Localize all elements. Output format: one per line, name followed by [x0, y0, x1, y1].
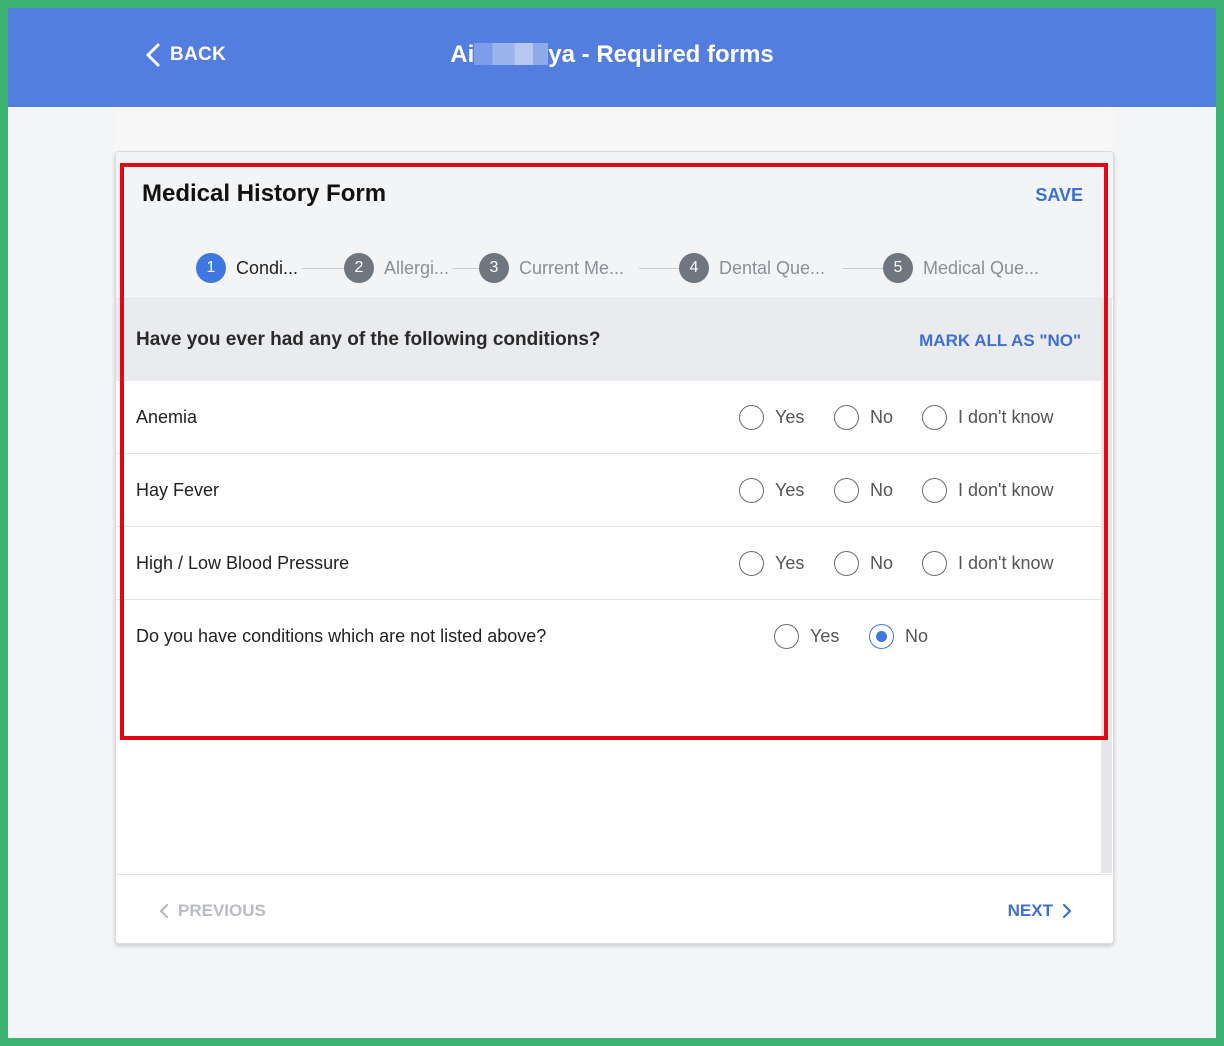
radio-button[interactable] [834, 405, 859, 430]
step-number: 2 [344, 253, 374, 283]
radio-option-no[interactable]: No [869, 624, 928, 649]
step-conditions[interactable]: 1 Condi... [196, 253, 298, 283]
form-header: Medical History Form SAVE 1 Condi... 2 A… [116, 152, 1113, 299]
radio-option-dont-know[interactable]: I don't know [922, 405, 1054, 430]
top-bar: BACK Ai ya - Required forms [8, 8, 1216, 107]
redacted-name-blur [474, 43, 549, 65]
stepper: 1 Condi... 2 Allergi... 3 Current Me... … [196, 253, 1056, 283]
radio-button[interactable] [922, 478, 947, 503]
radio-option-no[interactable]: No [834, 478, 893, 503]
radio-option-yes[interactable]: Yes [739, 551, 804, 576]
step-number: 4 [679, 253, 709, 283]
condition-row-anemia: Anemia Yes No I don't know [116, 381, 1101, 454]
question-header: Have you ever had any of the following c… [116, 299, 1101, 381]
option-label: No [870, 480, 894, 500]
condition-label: High / Low Blood Pressure [136, 553, 350, 573]
radio-option-no[interactable]: No [834, 405, 893, 430]
chevron-right-icon [1062, 903, 1072, 919]
condition-row-other: Do you have conditions which are not lis… [116, 600, 1101, 740]
condition-row-blood-pressure: High / Low Blood Pressure Yes No I don't… [116, 527, 1101, 600]
step-medical-questions[interactable]: 5 Medical Que... [883, 253, 1039, 283]
radio-option-yes[interactable]: Yes [739, 405, 804, 430]
option-label: No [870, 553, 894, 573]
condition-label: Anemia [136, 407, 198, 427]
step-label: Medical Que... [923, 257, 1040, 278]
option-label: Yes [775, 480, 805, 500]
step-number: 5 [883, 253, 913, 283]
option-label: I don't know [958, 553, 1054, 573]
radio-button[interactable] [834, 478, 859, 503]
vertical-scrollbar[interactable] [1101, 299, 1112, 873]
previous-label: PREVIOUS [178, 901, 266, 920]
form-card: Medical History Form SAVE 1 Condi... 2 A… [115, 151, 1114, 944]
radio-button[interactable] [922, 405, 947, 430]
step-connector [302, 268, 344, 269]
next-button[interactable]: NEXT [1008, 901, 1073, 921]
radio-option-no[interactable]: No [834, 551, 893, 576]
mark-all-no-button[interactable]: MARK ALL AS "NO" [919, 331, 1081, 351]
option-label: I don't know [958, 480, 1054, 500]
step-number: 3 [479, 253, 509, 283]
page-title-suffix: ya - Required forms [548, 41, 774, 68]
step-label: Current Me... [519, 257, 625, 278]
option-label: Yes [775, 407, 805, 427]
radio-option-dont-know[interactable]: I don't know [922, 551, 1054, 576]
condition-label: Do you have conditions which are not lis… [136, 626, 547, 646]
option-label: Yes [810, 626, 840, 646]
step-allergies[interactable]: 2 Allergi... [344, 253, 449, 283]
radio-option-dont-know[interactable]: I don't know [922, 478, 1054, 503]
step-connector [639, 268, 681, 269]
radio-button[interactable] [834, 551, 859, 576]
previous-button[interactable]: PREVIOUS [158, 901, 266, 921]
option-label: Yes [775, 553, 805, 573]
radio-button[interactable] [739, 551, 764, 576]
step-label: Condi... [236, 257, 299, 278]
option-label: No [905, 626, 929, 646]
condition-label: Hay Fever [136, 480, 220, 500]
question-title: Have you ever had any of the following c… [136, 329, 601, 350]
header-shadow-strip [114, 107, 1114, 152]
step-number: 1 [196, 253, 226, 283]
radio-button[interactable] [739, 478, 764, 503]
step-current-medications[interactable]: 3 Current Me... [479, 253, 624, 283]
radio-button[interactable] [774, 624, 799, 649]
form-footer: PREVIOUS NEXT [116, 874, 1113, 943]
page-title-prefix: Ai [450, 41, 475, 68]
page-title: Ai ya - Required forms [8, 41, 1216, 69]
form-title: Medical History Form [142, 180, 387, 207]
radio-option-yes[interactable]: Yes [774, 624, 839, 649]
step-connector [843, 268, 885, 269]
step-label: Dental Que... [719, 257, 826, 278]
radio-button-selected[interactable] [869, 624, 894, 649]
save-button[interactable]: SAVE [1035, 185, 1083, 206]
condition-row-hay-fever: Hay Fever Yes No I don't know [116, 454, 1101, 527]
chevron-left-icon [159, 903, 169, 919]
step-label: Allergi... [384, 257, 450, 278]
option-label: I don't know [958, 407, 1054, 427]
app-window: BACK Ai ya - Required forms Medical Histo… [8, 8, 1216, 1038]
step-dental-questions[interactable]: 4 Dental Que... [679, 253, 825, 283]
radio-button[interactable] [739, 405, 764, 430]
radio-option-yes[interactable]: Yes [739, 478, 804, 503]
radio-button[interactable] [922, 551, 947, 576]
option-label: No [870, 407, 894, 427]
next-label: NEXT [1007, 901, 1053, 920]
